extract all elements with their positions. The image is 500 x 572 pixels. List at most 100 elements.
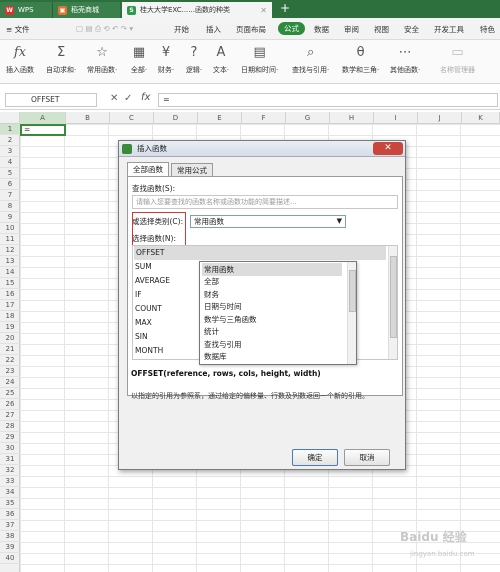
more-functions-button[interactable]: ⋯ 其他函数·	[390, 43, 420, 75]
row-header[interactable]: 8	[0, 201, 20, 212]
row-header[interactable]: 34	[0, 487, 20, 498]
date-time-button[interactable]: ▤ 日期和时间·	[241, 43, 278, 75]
row-header[interactable]: 6	[0, 179, 20, 190]
row-header[interactable]: 31	[0, 454, 20, 465]
column-header[interactable]: K	[462, 112, 500, 124]
row-header[interactable]: 10	[0, 223, 20, 234]
column-header[interactable]: E	[198, 112, 242, 124]
scrollbar[interactable]	[388, 246, 397, 359]
row-header[interactable]: 24	[0, 377, 20, 388]
column-header[interactable]: A	[20, 112, 66, 124]
cancel-button[interactable]: 取消	[344, 449, 390, 466]
row-header[interactable]: 30	[0, 443, 20, 454]
formula-input[interactable]: =	[158, 93, 498, 107]
row-header[interactable]: 22	[0, 355, 20, 366]
row-header[interactable]: 33	[0, 476, 20, 487]
autosum-button[interactable]: Σ 自动求和·	[46, 43, 76, 75]
menu-page-layout[interactable]: 页面布局	[236, 24, 266, 35]
scrollbar[interactable]	[347, 262, 356, 364]
menu-data[interactable]: 数据	[314, 24, 329, 35]
row-header[interactable]: 15	[0, 278, 20, 289]
math-trig-button[interactable]: θ 数学和三角·	[342, 43, 379, 75]
row-header[interactable]: 1	[0, 124, 20, 135]
column-header[interactable]: I	[374, 112, 418, 124]
row-header[interactable]: 4	[0, 157, 20, 168]
row-header[interactable]: 14	[0, 267, 20, 278]
tab-store[interactable]: ▣ 稻壳商城	[52, 2, 120, 18]
scrollbar-thumb[interactable]	[390, 256, 397, 338]
row-header[interactable]: 28	[0, 421, 20, 432]
category-dropdown[interactable]: 常用函数 全部 财务 日期与时间 数学与三角函数 统计 查找与引用 数据库	[199, 261, 357, 365]
menu-security[interactable]: 安全	[404, 24, 419, 35]
menu-special[interactable]: 特色	[480, 24, 495, 35]
row-header[interactable]: 12	[0, 245, 20, 256]
menu-formulas[interactable]: 公式	[278, 22, 305, 35]
list-item[interactable]: AVERAGE	[135, 274, 170, 288]
fx-icon[interactable]: fx	[141, 92, 150, 103]
row-header[interactable]: 5	[0, 168, 20, 179]
menu-developer[interactable]: 开发工具	[434, 24, 464, 35]
row-header[interactable]: 36	[0, 509, 20, 520]
row-header[interactable]: 39	[0, 542, 20, 553]
menu-insert[interactable]: 插入	[206, 24, 221, 35]
column-header[interactable]: H	[330, 112, 374, 124]
row-header[interactable]: 32	[0, 465, 20, 476]
row-header[interactable]: 23	[0, 366, 20, 377]
active-cell-a1[interactable]: =	[20, 124, 66, 136]
row-header[interactable]: 20	[0, 333, 20, 344]
tab-common-formulas[interactable]: 常用公式	[171, 163, 213, 177]
category-select[interactable]: 常用函数 ▼	[190, 215, 346, 228]
list-item[interactable]: MONTH	[135, 344, 163, 358]
row-header[interactable]: 35	[0, 498, 20, 509]
confirm-formula-icon[interactable]: ✓	[124, 93, 132, 104]
lookup-reference-button[interactable]: ⌕ 查找与引用·	[292, 43, 329, 75]
function-search-input[interactable]: 请输入您要查找的函数名称或函数功能的简要描述...	[132, 195, 398, 209]
row-header[interactable]: 38	[0, 531, 20, 542]
list-item[interactable]: SIN	[135, 330, 148, 344]
close-dialog-button[interactable]: ✕	[373, 142, 403, 155]
column-header[interactable]: G	[286, 112, 330, 124]
close-tab-icon[interactable]: ✕	[260, 6, 267, 15]
row-header[interactable]: 27	[0, 410, 20, 421]
row-header[interactable]: 37	[0, 520, 20, 531]
tab-all-functions[interactable]: 全部函数	[127, 162, 169, 177]
tab-wps[interactable]: W WPS	[0, 2, 52, 18]
text-button[interactable]: A 文本·	[212, 43, 230, 75]
name-box[interactable]: OFFSET	[5, 93, 97, 107]
row-header[interactable]: 26	[0, 399, 20, 410]
logic-button[interactable]: ? 逻辑·	[185, 43, 203, 75]
quick-access-icons[interactable]: ▢ ▤ ⎙ ⟲ ↶ ↷ ▾	[76, 24, 133, 34]
select-all-corner[interactable]	[0, 112, 20, 124]
column-header[interactable]: J	[418, 112, 462, 124]
dropdown-option[interactable]: 全部	[202, 275, 342, 288]
dropdown-option[interactable]: 财务	[202, 288, 342, 301]
list-item[interactable]: OFFSET	[134, 246, 386, 260]
row-header[interactable]: 3	[0, 146, 20, 157]
new-tab-button[interactable]: +	[280, 1, 290, 15]
dropdown-option[interactable]: 统计	[202, 325, 342, 338]
list-item[interactable]: SUM	[135, 260, 152, 274]
column-header[interactable]: B	[66, 112, 110, 124]
column-header[interactable]: F	[242, 112, 286, 124]
common-functions-button[interactable]: ☆ 常用函数·	[87, 43, 117, 75]
list-item[interactable]: COUNT	[135, 302, 162, 316]
row-header[interactable]: 7	[0, 190, 20, 201]
cancel-formula-icon[interactable]: ✕	[110, 93, 118, 104]
row-header[interactable]: 13	[0, 256, 20, 267]
dropdown-option[interactable]: 数学与三角函数	[202, 313, 342, 326]
menu-view[interactable]: 视图	[374, 24, 389, 35]
menu-file[interactable]: ≡ 文件	[6, 24, 30, 35]
row-header[interactable]: 25	[0, 388, 20, 399]
row-header[interactable]: 17	[0, 300, 20, 311]
row-header[interactable]: 2	[0, 135, 20, 146]
menu-review[interactable]: 审阅	[344, 24, 359, 35]
row-header[interactable]: 18	[0, 311, 20, 322]
row-header[interactable]: 9	[0, 212, 20, 223]
row-header[interactable]: 19	[0, 322, 20, 333]
insert-function-button[interactable]: fx 插入函数	[6, 43, 34, 75]
list-item[interactable]: IF	[135, 288, 142, 302]
row-header[interactable]: 16	[0, 289, 20, 300]
column-header[interactable]: D	[154, 112, 198, 124]
name-manager-button[interactable]: ▭ 名称管理器	[440, 43, 475, 75]
row-header[interactable]: 11	[0, 234, 20, 245]
